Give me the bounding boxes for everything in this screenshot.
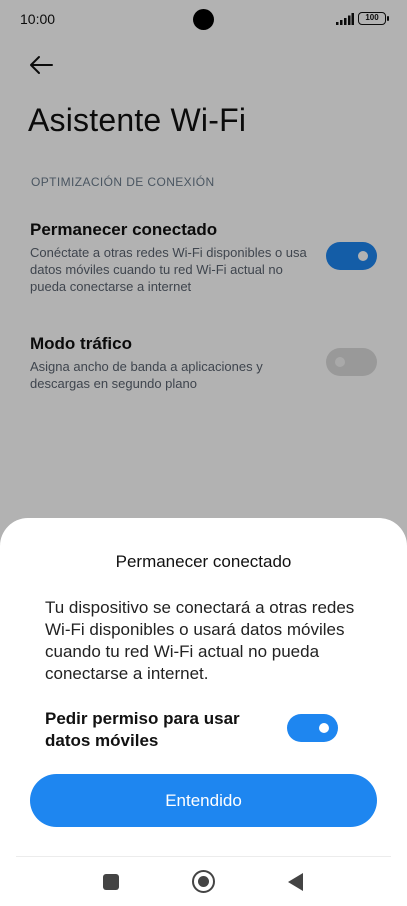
- toggle-knob: [319, 723, 329, 733]
- permission-label: Pedir permiso para usar datos móviles: [45, 709, 240, 750]
- triangle-back-icon[interactable]: [288, 873, 303, 891]
- ask-permission-toggle[interactable]: [287, 714, 338, 742]
- bottom-sheet-dialog: Permanecer conectado Tu dispositivo se c…: [0, 518, 407, 906]
- nav-divider: [16, 856, 391, 857]
- circle-home-icon[interactable]: [192, 870, 215, 893]
- navigation-bar: [0, 864, 407, 904]
- dialog-body: Tu dispositivo se conectará a otras rede…: [45, 598, 355, 683]
- square-icon[interactable]: [103, 874, 119, 890]
- dialog-title: Permanecer conectado: [115, 552, 292, 571]
- understood-button[interactable]: Entendido: [30, 774, 377, 827]
